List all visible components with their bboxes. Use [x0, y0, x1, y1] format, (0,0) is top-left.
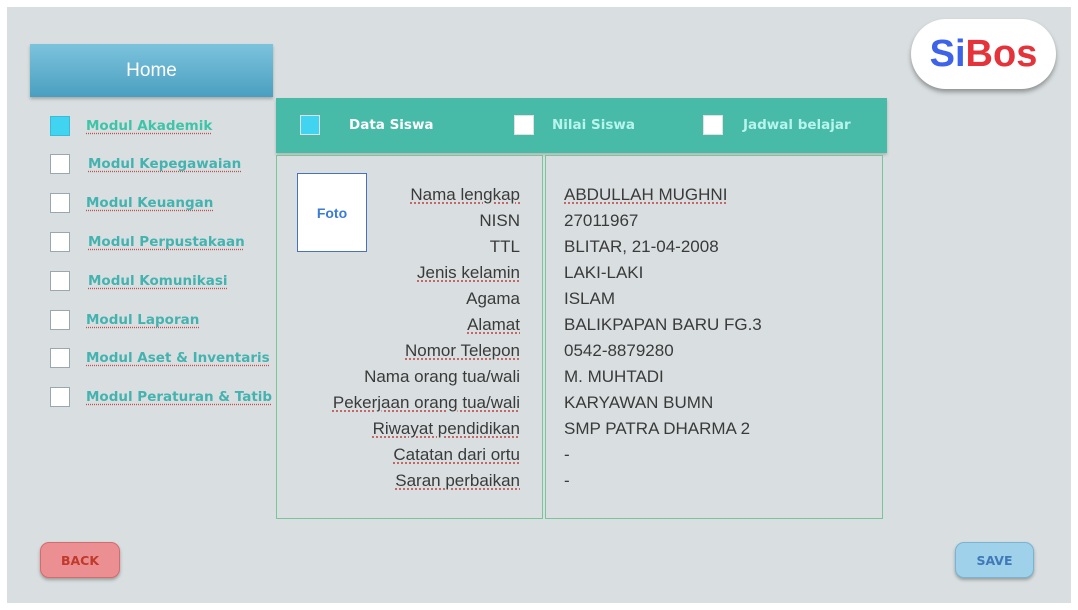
sidebar-item-akademik[interactable]: Modul Akademik — [50, 115, 212, 137]
label-saran-perbaikan: Saran perbaikan — [395, 471, 520, 490]
checkbox[interactable] — [50, 193, 70, 213]
sidebar-item-label: Modul Peraturan & Tatib — [86, 389, 273, 405]
sidebar-item-keuangan[interactable]: Modul Keuangan — [50, 192, 213, 214]
sidebar-item-aset-inventaris[interactable]: Modul Aset & Inventaris — [50, 347, 270, 369]
checkbox[interactable] — [50, 348, 70, 368]
checkbox[interactable] — [50, 310, 70, 330]
checkbox[interactable] — [50, 271, 70, 291]
sidebar-item-komunikasi[interactable]: Modul Komunikasi — [50, 270, 227, 292]
sidebar-item-label: Modul Komunikasi — [88, 273, 228, 289]
logo-si: Si — [929, 32, 966, 75]
tab-label: Nilai Siswa — [552, 117, 635, 133]
tab-jadwal-belajar[interactable]: Jadwal belajar — [703, 114, 851, 136]
sidebar-item-peraturan-tatib[interactable]: Modul Peraturan & Tatib — [50, 386, 272, 408]
label-jenis-kelamin: Jenis kelamin — [417, 263, 520, 282]
value-ttl: BLITAR, 21-04-2008 — [564, 237, 719, 256]
checkbox[interactable] — [50, 116, 70, 136]
value-alamat: BALIKPAPAN BARU FG.3 — [564, 315, 762, 334]
sidebar-item-label: Modul Keuangan — [86, 195, 214, 211]
value-catatan-ortu: - — [564, 445, 570, 464]
back-button[interactable]: BACK — [40, 542, 120, 578]
tab-data-siswa[interactable]: Data Siswa — [300, 114, 434, 136]
checkbox[interactable] — [703, 115, 723, 135]
tab-nilai-siswa[interactable]: Nilai Siswa — [514, 114, 635, 136]
label-nama-orang-tua: Nama orang tua/wali — [364, 367, 520, 386]
label-nomor-telepon: Nomor Telepon — [405, 341, 520, 360]
checkbox[interactable] — [300, 115, 320, 135]
label-ttl: TTL — [489, 237, 520, 256]
tab-bar: Data Siswa Nilai Siswa Jadwal belajar — [276, 98, 887, 153]
value-nama-orang-tua: M. MUHTADI — [564, 367, 664, 386]
label-alamat: Alamat — [467, 315, 520, 334]
value-nama-lengkap: ABDULLAH MUGHNI — [564, 185, 728, 204]
home-button[interactable]: Home — [30, 44, 273, 97]
value-saran-perbaikan: - — [564, 471, 570, 490]
tab-label: Jadwal belajar — [743, 117, 851, 133]
labels-panel: Foto Nama lengkap NISN TTL Jenis kelamin… — [276, 155, 543, 519]
sidebar-item-label: Modul Perpustakaan — [88, 234, 245, 250]
sibos-logo: Si Bos — [911, 19, 1056, 89]
checkbox[interactable] — [514, 115, 534, 135]
checkbox[interactable] — [50, 232, 70, 252]
label-riwayat-pendidikan: Riwayat pendidikan — [372, 419, 520, 438]
save-button[interactable]: SAVE — [955, 542, 1034, 578]
sidebar-item-label: Modul Aset & Inventaris — [86, 350, 270, 366]
label-pekerjaan-orang-tua: Pekerjaan orang tua/wali — [332, 393, 520, 412]
label-agama: Agama — [466, 289, 520, 308]
checkbox[interactable] — [50, 154, 70, 174]
label-nisn: NISN — [479, 211, 520, 230]
label-nama-lengkap: Nama lengkap — [410, 185, 520, 204]
value-jenis-kelamin: LAKI-LAKI — [564, 263, 644, 282]
value-agama: ISLAM — [564, 289, 616, 308]
value-pekerjaan-orang-tua: KARYAWAN BUMN — [564, 393, 714, 412]
sidebar-item-kepegawaian[interactable]: Modul Kepegawaian — [50, 153, 241, 175]
photo-placeholder[interactable]: Foto — [297, 173, 367, 252]
value-nisn: 27011967 — [564, 211, 639, 230]
sidebar-item-laporan[interactable]: Modul Laporan — [50, 309, 199, 331]
sidebar-item-label: Modul Akademik — [86, 118, 213, 134]
values-panel: ABDULLAH MUGHNI 27011967 BLITAR, 21-04-2… — [545, 155, 883, 519]
sidebar-item-label: Modul Kepegawaian — [88, 156, 242, 172]
logo-bos: Bos — [965, 32, 1038, 75]
value-nomor-telepon: 0542-8879280 — [564, 341, 674, 360]
value-riwayat-pendidikan: SMP PATRA DHARMA 2 — [564, 419, 751, 438]
checkbox[interactable] — [50, 387, 70, 407]
label-catatan-ortu: Catatan dari ortu — [393, 445, 520, 464]
sidebar-item-label: Modul Laporan — [86, 312, 200, 328]
tab-label: Data Siswa — [349, 117, 434, 133]
sidebar-item-perpustakaan[interactable]: Modul Perpustakaan — [50, 231, 245, 253]
